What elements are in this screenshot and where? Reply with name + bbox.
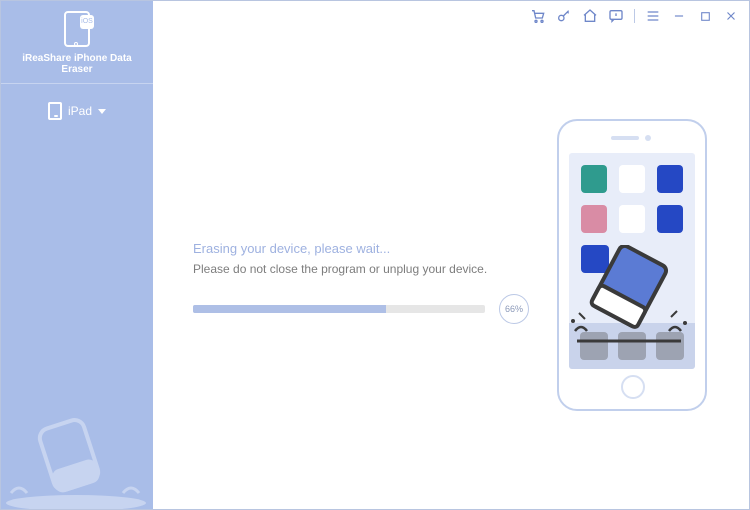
close-button[interactable] xyxy=(723,8,739,24)
dock-tile xyxy=(580,332,608,360)
device-icon xyxy=(48,102,62,120)
app-tile xyxy=(581,245,609,273)
titlebar-separator xyxy=(634,9,635,23)
progress-bar xyxy=(193,305,485,313)
menu-icon[interactable] xyxy=(645,8,661,24)
app-window: iOS iReaShare iPhone Data Eraser iPad xyxy=(0,0,750,510)
brand-phone-icon: iOS xyxy=(62,11,92,49)
progress-fill xyxy=(193,305,386,313)
sidebar: iOS iReaShare iPhone Data Eraser iPad xyxy=(1,1,153,509)
phone-home-button xyxy=(621,375,645,399)
status-warning: Please do not close the program or unplu… xyxy=(193,262,529,276)
cart-icon[interactable] xyxy=(530,8,546,24)
key-icon[interactable] xyxy=(556,8,572,24)
home-icon[interactable] xyxy=(582,8,598,24)
phone-screen xyxy=(569,153,695,369)
app-tile xyxy=(619,165,645,193)
progress-percent: 66% xyxy=(499,294,529,324)
minimize-button[interactable] xyxy=(671,8,687,24)
dock-tile xyxy=(656,332,684,360)
brand-badge: iOS xyxy=(80,15,94,29)
chevron-down-icon xyxy=(98,109,106,114)
maximize-button[interactable] xyxy=(697,8,713,24)
device-selector[interactable]: iPad xyxy=(1,84,153,138)
feedback-icon[interactable] xyxy=(608,8,624,24)
app-tile xyxy=(619,205,645,233)
status-heading: Erasing your device, please wait... xyxy=(193,241,529,256)
app-tile xyxy=(657,165,683,193)
dock-tile xyxy=(618,332,646,360)
phone-dock xyxy=(569,323,695,369)
progress-row: 66% xyxy=(193,294,529,324)
brand-title: iReaShare iPhone Data Eraser xyxy=(7,53,147,75)
main-area: Erasing your device, please wait... Plea… xyxy=(153,1,749,509)
brand-block: iOS iReaShare iPhone Data Eraser xyxy=(1,1,153,84)
progress-panel: Erasing your device, please wait... Plea… xyxy=(193,241,529,324)
device-name: iPad xyxy=(68,104,92,118)
titlebar xyxy=(520,1,749,31)
phone-illustration xyxy=(557,119,707,411)
app-tile xyxy=(581,165,607,193)
app-tile xyxy=(581,205,607,233)
app-tile xyxy=(657,205,683,233)
sidebar-decor-eraser-icon xyxy=(1,395,153,509)
